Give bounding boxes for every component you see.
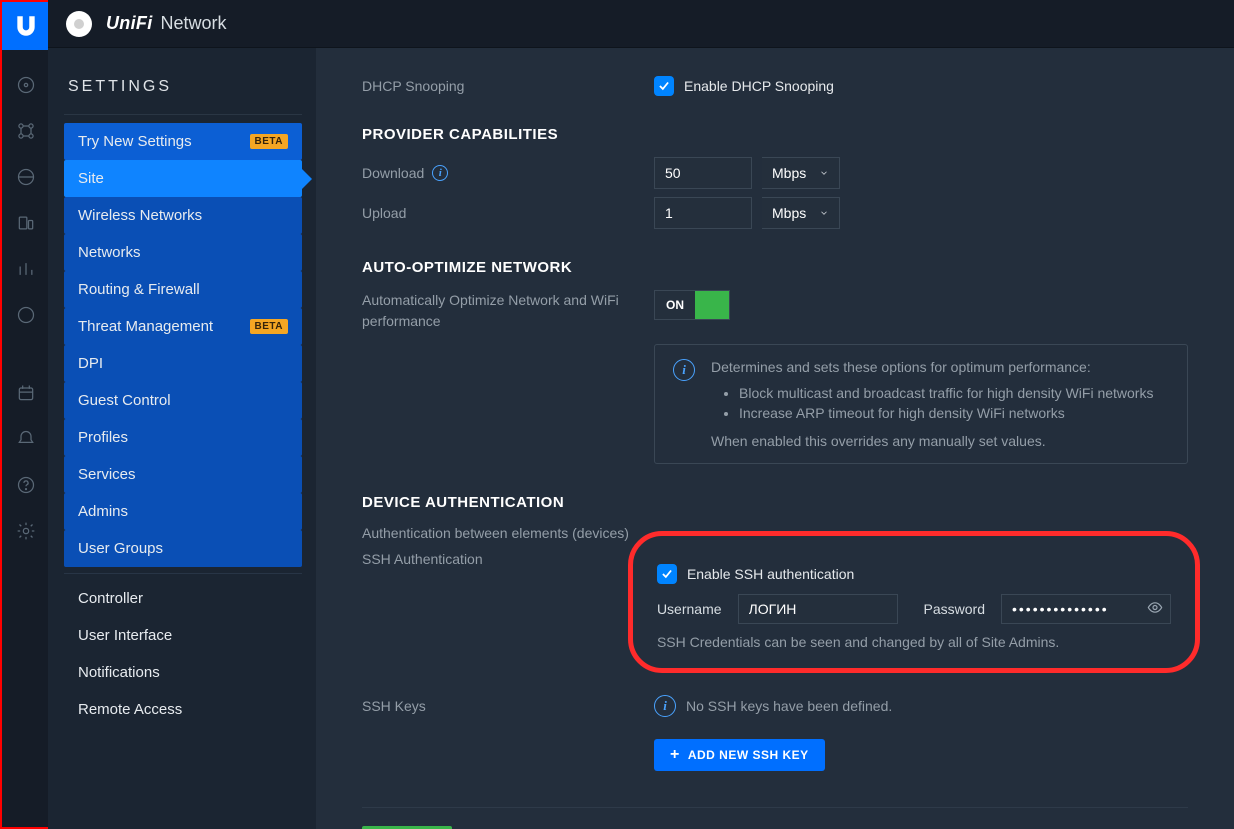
- download-unit-select[interactable]: Mbps: [762, 157, 840, 189]
- ssh-keys-label: SSH Keys: [362, 698, 654, 714]
- ssh-auth-cb-label: Enable SSH authentication: [687, 566, 854, 582]
- nav-settings-icon[interactable]: [2, 508, 50, 554]
- ssh-password-input[interactable]: [1001, 594, 1171, 624]
- nav-insights-icon[interactable]: [2, 292, 50, 338]
- device-auth-desc: Authentication between elements (devices…: [362, 525, 629, 541]
- ssh-username-input[interactable]: [738, 594, 898, 624]
- sidebar-item-label: Site: [78, 170, 104, 187]
- info-foot: When enabled this overrides any manually…: [711, 433, 1169, 449]
- chevron-down-icon: [819, 168, 829, 178]
- eye-icon: [1147, 600, 1163, 616]
- nav-dashboard-icon[interactable]: [2, 62, 50, 108]
- sidebar-item-label: Guest Control: [78, 392, 171, 409]
- sidebar-item-threat-management[interactable]: Threat Management BETA: [64, 308, 302, 345]
- sidebar-item-label: Notifications: [78, 664, 160, 681]
- nav-events-icon[interactable]: [2, 370, 50, 416]
- settings-title: SETTINGS: [68, 78, 298, 96]
- settings-content[interactable]: DHCP Snooping Enable DHCP Snooping PROVI…: [316, 48, 1234, 829]
- password-visibility-toggle[interactable]: [1147, 600, 1163, 619]
- sidebar-item-user-interface[interactable]: User Interface: [64, 617, 302, 654]
- sidebar-item-label: Routing & Firewall: [78, 281, 200, 298]
- auto-optimize-label: Automatically Optimize Network and WiFi …: [362, 290, 654, 332]
- nav-alerts-icon[interactable]: [2, 416, 50, 462]
- sidebar-item-services[interactable]: Services: [64, 456, 302, 493]
- provider-capabilities-title: PROVIDER CAPABILITIES: [362, 126, 1188, 143]
- settings-sidebar: SETTINGS Try New Settings BETA Site Wireles…: [48, 48, 316, 829]
- app-icon-strip: [2, 2, 50, 827]
- auto-optimize-info-panel: i Determines and sets these options for …: [654, 344, 1188, 464]
- beta-badge: BETA: [250, 319, 288, 334]
- sidebar-item-label: Admins: [78, 503, 128, 520]
- info-bullet-2: Increase ARP timeout for high density Wi…: [739, 405, 1169, 421]
- upload-input[interactable]: [654, 197, 752, 229]
- ssh-keys-empty: No SSH keys have been defined.: [686, 698, 892, 714]
- nav-topology-icon[interactable]: [2, 108, 50, 154]
- ubiquiti-logo-icon: [13, 13, 39, 39]
- download-input[interactable]: [654, 157, 752, 189]
- sidebar-item-profiles[interactable]: Profiles: [64, 419, 302, 456]
- info-bullet-1: Block multicast and broadcast traffic fo…: [739, 385, 1169, 401]
- auto-optimize-title: AUTO-OPTIMIZE NETWORK: [362, 259, 1188, 276]
- chevron-down-icon: [819, 208, 829, 218]
- sidebar-item-routing-firewall[interactable]: Routing & Firewall: [64, 271, 302, 308]
- nav-map-icon[interactable]: [2, 154, 50, 200]
- section-divider: [362, 807, 1188, 808]
- ssh-username-label: Username: [657, 601, 722, 617]
- device-auth-title: DEVICE AUTHENTICATION: [362, 494, 1188, 511]
- sidebar-item-label: Remote Access: [78, 701, 182, 718]
- sidebar-item-label: Controller: [78, 590, 143, 607]
- brand-name: UniFi: [106, 13, 153, 34]
- sidebar-item-user-groups[interactable]: User Groups: [64, 530, 302, 567]
- sidebar-item-site[interactable]: Site: [64, 160, 302, 197]
- info-icon: i: [654, 695, 676, 717]
- nav-help-icon[interactable]: [2, 462, 50, 508]
- dhcp-snooping-label: DHCP Snooping: [362, 78, 654, 94]
- dhcp-snooping-checkbox[interactable]: [654, 76, 674, 96]
- download-label: Download: [362, 165, 424, 181]
- sidebar-item-label: Services: [78, 466, 136, 483]
- upload-label: Upload: [362, 205, 654, 221]
- sidebar-item-label: User Interface: [78, 627, 172, 644]
- add-ssh-key-button[interactable]: + ADD NEW SSH KEY: [654, 739, 825, 771]
- ssh-credentials-note: SSH Credentials can be seen and changed …: [657, 634, 1171, 650]
- sidebar-item-remote-access[interactable]: Remote Access: [64, 691, 302, 728]
- check-icon: [660, 567, 674, 581]
- ssh-auth-label: SSH Authentication: [362, 551, 483, 567]
- plus-icon: +: [670, 749, 680, 761]
- sidebar-item-label: Try New Settings: [78, 133, 192, 150]
- sidebar-item-label: Wireless Networks: [78, 207, 202, 224]
- network-logo-icon: [66, 11, 92, 37]
- sidebar-item-wireless-networks[interactable]: Wireless Networks: [64, 197, 302, 234]
- sidebar-item-notifications[interactable]: Notifications: [64, 654, 302, 691]
- sidebar-item-label: User Groups: [78, 540, 163, 557]
- toggle-handle: [695, 291, 729, 319]
- info-icon[interactable]: i: [432, 165, 448, 181]
- product-name: Network: [161, 13, 227, 34]
- sidebar-item-guest-control[interactable]: Guest Control: [64, 382, 302, 419]
- sidebar-item-try-new-settings[interactable]: Try New Settings BETA: [64, 123, 302, 160]
- brand-tile[interactable]: [2, 2, 50, 50]
- ssh-auth-highlight: Enable SSH authentication Username Passw…: [628, 531, 1200, 673]
- nav-stats-icon[interactable]: [2, 246, 50, 292]
- auto-optimize-toggle[interactable]: ON: [654, 290, 730, 320]
- nav-devices-icon[interactable]: [2, 200, 50, 246]
- sidebar-item-controller[interactable]: Controller: [64, 580, 302, 617]
- app-header: UniFi Network: [48, 0, 1234, 48]
- sidebar-item-label: Profiles: [78, 429, 128, 446]
- sidebar-item-dpi[interactable]: DPI: [64, 345, 302, 382]
- check-icon: [657, 79, 671, 93]
- ssh-auth-checkbox[interactable]: [657, 564, 677, 584]
- sidebar-item-admins[interactable]: Admins: [64, 493, 302, 530]
- sidebar-item-label: DPI: [78, 355, 103, 372]
- ssh-password-label: Password: [924, 601, 985, 617]
- info-icon: i: [673, 359, 695, 381]
- sidebar-item-label: Threat Management: [78, 318, 213, 335]
- dhcp-snooping-cb-label: Enable DHCP Snooping: [684, 78, 834, 94]
- sidebar-item-label: Networks: [78, 244, 141, 261]
- info-lead: Determines and sets these options for op…: [711, 359, 1169, 375]
- sidebar-item-networks[interactable]: Networks: [64, 234, 302, 271]
- beta-badge: BETA: [250, 134, 288, 149]
- upload-unit-select[interactable]: Mbps: [762, 197, 840, 229]
